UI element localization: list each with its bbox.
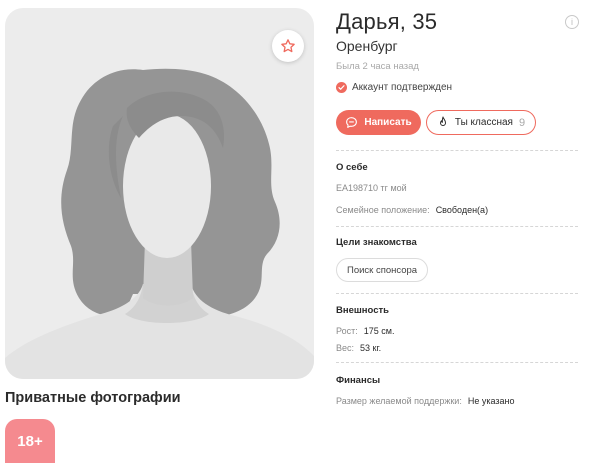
avatar-placeholder-image [5, 68, 314, 379]
star-icon [281, 39, 295, 53]
compliment-count: 9 [518, 116, 526, 129]
about-text: EA198710 тг мой [336, 183, 407, 193]
marital-status-value: Свободен(а) [435, 205, 489, 215]
profile-name-age: Дарья, 35 [336, 9, 438, 34]
weight-value: 53 кг. [360, 343, 382, 353]
divider [336, 293, 578, 294]
private-photo-18plus[interactable]: 18+ [5, 419, 55, 463]
last-seen-status: Была 2 часа назад [336, 61, 419, 72]
goal-chip-label: Поиск спонсора [347, 264, 418, 276]
about-title: О себе [336, 162, 368, 173]
compliment-button-label: Ты классная [454, 117, 513, 128]
support-value: Не указано [467, 396, 515, 406]
height-label: Рост: [336, 326, 358, 336]
height-row: Рост: 175 см. [336, 326, 394, 336]
divider [336, 150, 578, 151]
marital-status-label: Семейное положение: [336, 205, 430, 215]
profile-photo[interactable] [5, 8, 314, 379]
verified-badge: Аккаунт подтвержден [336, 82, 452, 93]
support-row: Размер желаемой поддержки: Не указано [336, 396, 514, 406]
private-photos-title: Приватные фотографии [5, 390, 181, 406]
weight-label: Вес: [336, 343, 355, 353]
chat-bubble-icon [346, 117, 358, 128]
weight-row: Вес: 53 кг. [336, 343, 381, 353]
appearance-title: Внешность [336, 305, 389, 316]
check-icon [336, 82, 347, 93]
height-value: 175 см. [363, 326, 395, 336]
goals-title: Цели знакомства [336, 237, 417, 248]
profile-city: Оренбург [336, 38, 398, 54]
divider [336, 226, 578, 227]
marital-status-row: Семейное положение: Свободен(а) [336, 205, 488, 215]
finance-title: Финансы [336, 375, 381, 386]
age-badge-label: 18+ [17, 432, 43, 450]
compliment-button[interactable]: Ты классная 9 [426, 110, 536, 135]
write-button-label: Написать [364, 117, 412, 128]
goal-chip-sponsor: Поиск спонсора [336, 258, 429, 282]
flame-icon [439, 116, 446, 126]
divider [336, 362, 578, 363]
verified-label: Аккаунт подтвержден [352, 82, 453, 93]
support-label: Размер желаемой поддержки: [336, 396, 462, 406]
info-icon[interactable]: i [565, 15, 579, 29]
favorite-button[interactable] [272, 30, 304, 62]
write-message-button[interactable]: Написать [336, 110, 421, 135]
